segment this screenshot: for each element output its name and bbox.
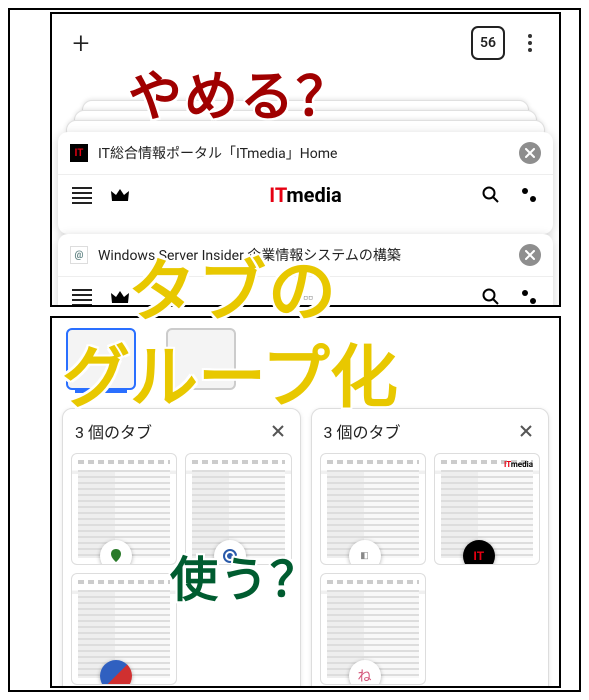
page-thumbnail[interactable] <box>71 453 177 565</box>
site-badge-icon: ね <box>349 660 381 685</box>
favicon-icon: @ <box>70 246 88 264</box>
page-thumbnail[interactable]: ITmedia IT <box>434 453 540 565</box>
overlay-text-use: 使う？ <box>170 540 320 610</box>
close-tab-button[interactable] <box>519 142 541 164</box>
site-badge-icon: IT <box>463 540 495 565</box>
page-thumbnail[interactable]: ね <box>320 573 426 685</box>
page-thumbnail[interactable]: ◧ <box>320 453 426 565</box>
overlay-text-group: グループ化 <box>62 322 398 421</box>
page-toolbar: ITmedia <box>58 175 553 215</box>
tab-group[interactable]: 3 個のタブ ◧ ITmedia IT ね <box>311 408 550 688</box>
crown-icon[interactable] <box>108 183 132 207</box>
tab-switcher-button[interactable]: 56 <box>471 26 505 60</box>
tab-title: IT総合情報ポータル「ITmedia」Home <box>98 143 519 163</box>
settings-icon[interactable] <box>517 285 541 307</box>
group-header: 3 個のタブ <box>71 419 292 453</box>
hamburger-icon[interactable] <box>70 285 94 307</box>
hamburger-icon[interactable] <box>70 183 94 207</box>
overlay-text-stop: やめる？ <box>128 52 352 131</box>
group-header: 3 個のタブ <box>320 419 541 453</box>
site-badge-icon <box>100 660 132 685</box>
overlay-text-tab: タブの <box>128 236 338 335</box>
itmedia-logo: ITmedia <box>504 460 533 469</box>
close-group-button[interactable] <box>516 421 536 441</box>
site-badge-icon: ◧ <box>349 540 381 565</box>
search-icon[interactable] <box>479 285 503 307</box>
new-tab-button[interactable]: + <box>62 24 100 62</box>
page-thumbnail[interactable] <box>71 573 177 685</box>
tab-card[interactable]: IT IT総合情報ポータル「ITmedia」Home ITmedia <box>58 132 553 234</box>
site-badge-icon <box>100 540 132 565</box>
close-group-button[interactable] <box>268 421 288 441</box>
close-tab-button[interactable] <box>519 244 541 266</box>
groups-row: 3 個のタブ <box>52 390 559 688</box>
search-icon[interactable] <box>479 183 503 207</box>
tab-header: IT IT総合情報ポータル「ITmedia」Home <box>58 132 553 175</box>
group-title: 3 個のタブ <box>75 419 152 443</box>
menu-button[interactable] <box>511 24 549 62</box>
favicon-icon: IT <box>70 144 88 162</box>
site-logo: ITmedia <box>146 183 465 207</box>
settings-icon[interactable] <box>517 183 541 207</box>
pages-grid: ◧ ITmedia IT ね <box>320 453 541 685</box>
group-title: 3 個のタブ <box>324 419 401 443</box>
